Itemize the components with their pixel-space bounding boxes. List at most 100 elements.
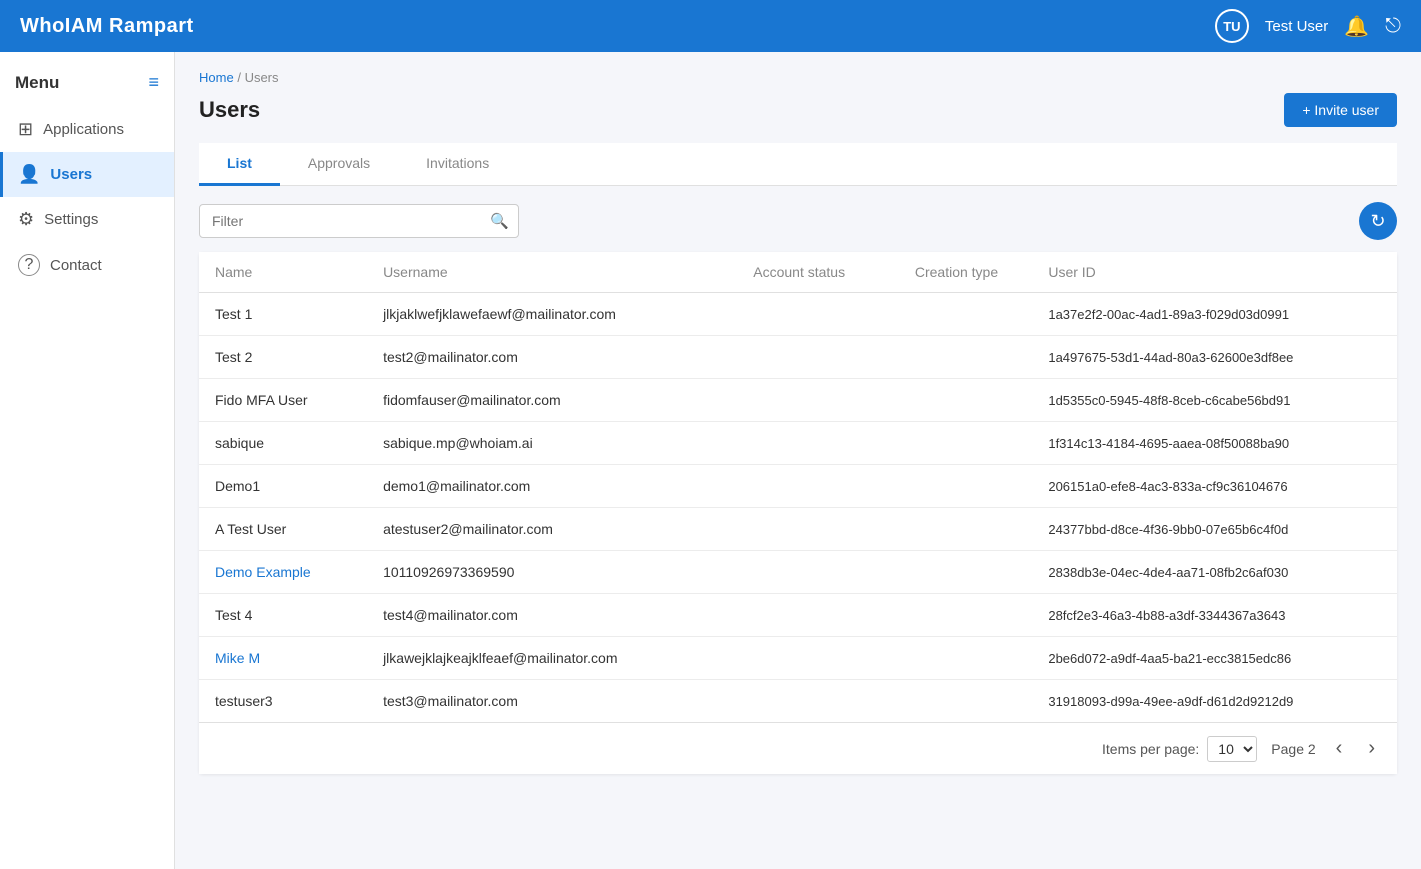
tab-list[interactable]: List — [199, 143, 280, 186]
users-icon: 👤 — [18, 164, 40, 185]
tab-approvals[interactable]: Approvals — [280, 143, 398, 186]
tab-invitations[interactable]: Invitations — [398, 143, 517, 186]
sidebar-item-settings[interactable]: ⚙ Settings — [0, 197, 174, 242]
table-row: Test 2 test2@mailinator.com 1a497675-53d… — [199, 336, 1397, 379]
sidebar-item-applications-label: Applications — [43, 121, 124, 138]
cell-user-id: 1d5355c0-5945-48f8-8ceb-c6cabe56bd91 — [1032, 379, 1397, 422]
breadcrumb-home[interactable]: Home — [199, 70, 234, 85]
cell-user-id: 28fcf2e3-46a3-4b88-a3df-3344367a3643 — [1032, 594, 1397, 637]
top-nav: WhoIAM Rampart TU Test User 🔔 ⎋ — [0, 0, 1421, 52]
table-row: Demo1 demo1@mailinator.com 206151a0-efe8… — [199, 465, 1397, 508]
next-page-button[interactable]: › — [1362, 735, 1381, 762]
cell-user-id: 2be6d072-a9df-4aa5-ba21-ecc3815edc86 — [1032, 637, 1397, 680]
items-per-page-select[interactable]: 10 25 50 — [1207, 736, 1257, 762]
cell-username: atestuser2@mailinator.com — [367, 508, 718, 551]
cell-account-status — [718, 680, 881, 723]
top-nav-username: Test User — [1265, 18, 1328, 35]
settings-icon: ⚙ — [18, 209, 34, 230]
page-title: Users — [199, 97, 260, 123]
filter-bar: 🔍 ↻ — [199, 202, 1397, 240]
table-row: testuser3 test3@mailinator.com 31918093-… — [199, 680, 1397, 723]
sidebar-item-users[interactable]: 👤 Users — [0, 152, 174, 197]
cell-name: Fido MFA User — [199, 379, 367, 422]
cell-creation-type — [881, 637, 1033, 680]
main-content: Home / Users Users + Invite user List Ap… — [175, 52, 1421, 869]
users-table: Name Username Account status Creation ty… — [199, 252, 1397, 722]
cell-account-status — [718, 422, 881, 465]
menu-header: Menu ≡ — [0, 62, 174, 107]
brand-title: WhoIAM Rampart — [20, 15, 194, 38]
breadcrumb: Home / Users — [199, 70, 1397, 85]
cell-name: testuser3 — [199, 680, 367, 723]
cell-user-id: 1a37e2f2-00ac-4ad1-89a3-f029d03d0991 — [1032, 293, 1397, 336]
table-header: Name Username Account status Creation ty… — [199, 252, 1397, 293]
cell-username: 10110926973369590 — [367, 551, 718, 594]
cell-creation-type — [881, 465, 1033, 508]
cell-creation-type — [881, 680, 1033, 723]
users-table-body: Test 1 jlkjaklwefjklawefaewf@mailinator.… — [199, 293, 1397, 723]
cell-name: Test 1 — [199, 293, 367, 336]
menu-title: Menu — [15, 73, 59, 93]
cell-creation-type — [881, 594, 1033, 637]
sidebar-item-contact[interactable]: ? Contact — [0, 242, 174, 288]
applications-icon: ⊞ — [18, 119, 33, 140]
cell-account-status — [718, 551, 881, 594]
sidebar-item-applications[interactable]: ⊞ Applications — [0, 107, 174, 152]
page-header: Users + Invite user — [199, 93, 1397, 127]
cell-account-status — [718, 594, 881, 637]
cell-name: Test 2 — [199, 336, 367, 379]
items-per-page-label: Items per page: — [1102, 741, 1199, 757]
sidebar-item-contact-label: Contact — [50, 257, 102, 274]
cell-username: fidomfauser@mailinator.com — [367, 379, 718, 422]
table-row: A Test User atestuser2@mailinator.com 24… — [199, 508, 1397, 551]
cell-account-status — [718, 379, 881, 422]
cell-username: test4@mailinator.com — [367, 594, 718, 637]
page-label: Page 2 — [1271, 741, 1315, 757]
cell-username: test2@mailinator.com — [367, 336, 718, 379]
cell-name: sabique — [199, 422, 367, 465]
cell-user-id: 206151a0-efe8-4ac3-833a-cf9c36104676 — [1032, 465, 1397, 508]
refresh-button[interactable]: ↻ — [1359, 202, 1397, 240]
top-nav-right: TU Test User 🔔 ⎋ — [1215, 9, 1401, 43]
cell-account-status — [718, 336, 881, 379]
cell-username: sabique.mp@whoiam.ai — [367, 422, 718, 465]
col-user-id: User ID — [1032, 252, 1397, 293]
cell-name[interactable]: Mike M — [199, 637, 367, 680]
cell-username: jlkjaklwefjklawefaewf@mailinator.com — [367, 293, 718, 336]
menu-toggle-icon[interactable]: ≡ — [148, 72, 159, 93]
prev-page-button[interactable]: ‹ — [1330, 735, 1349, 762]
cell-creation-type — [881, 508, 1033, 551]
cell-name[interactable]: Demo Example — [199, 551, 367, 594]
cell-username: test3@mailinator.com — [367, 680, 718, 723]
pagination: Items per page: 10 25 50 Page 2 ‹ › — [199, 722, 1397, 774]
cell-name: Test 4 — [199, 594, 367, 637]
cell-creation-type — [881, 293, 1033, 336]
col-account-status: Account status — [718, 252, 881, 293]
filter-input-wrap: 🔍 — [199, 204, 519, 238]
table-row: Mike M jlkawejklajkeajklfeaef@mailinator… — [199, 637, 1397, 680]
cell-creation-type — [881, 379, 1033, 422]
table-row: sabique sabique.mp@whoiam.ai 1f314c13-41… — [199, 422, 1397, 465]
logout-icon[interactable]: ⎋ — [1385, 15, 1401, 38]
sidebar-item-settings-label: Settings — [44, 211, 98, 228]
cell-user-id: 31918093-d99a-49ee-a9df-d61d2d9212d9 — [1032, 680, 1397, 723]
col-username: Username — [367, 252, 718, 293]
cell-username: demo1@mailinator.com — [367, 465, 718, 508]
cell-user-id: 1a497675-53d1-44ad-80a3-62600e3df8ee — [1032, 336, 1397, 379]
table-row: Test 1 jlkjaklwefjklawefaewf@mailinator.… — [199, 293, 1397, 336]
cell-name: Demo1 — [199, 465, 367, 508]
sidebar: Menu ≡ ⊞ Applications 👤 Users ⚙ Settings… — [0, 52, 175, 869]
breadcrumb-current: Users — [245, 70, 279, 85]
notification-icon[interactable]: 🔔 — [1344, 14, 1369, 39]
col-name: Name — [199, 252, 367, 293]
cell-user-id: 2838db3e-04ec-4de4-aa71-08fb2c6af030 — [1032, 551, 1397, 594]
cell-user-id: 1f314c13-4184-4695-aaea-08f50088ba90 — [1032, 422, 1397, 465]
breadcrumb-separator: / — [237, 70, 241, 85]
cell-account-status — [718, 637, 881, 680]
cell-account-status — [718, 293, 881, 336]
invite-user-button[interactable]: + Invite user — [1284, 93, 1397, 127]
cell-username: jlkawejklajkeajklfeaef@mailinator.com — [367, 637, 718, 680]
cell-account-status — [718, 465, 881, 508]
cell-creation-type — [881, 336, 1033, 379]
filter-input[interactable] — [199, 204, 519, 238]
